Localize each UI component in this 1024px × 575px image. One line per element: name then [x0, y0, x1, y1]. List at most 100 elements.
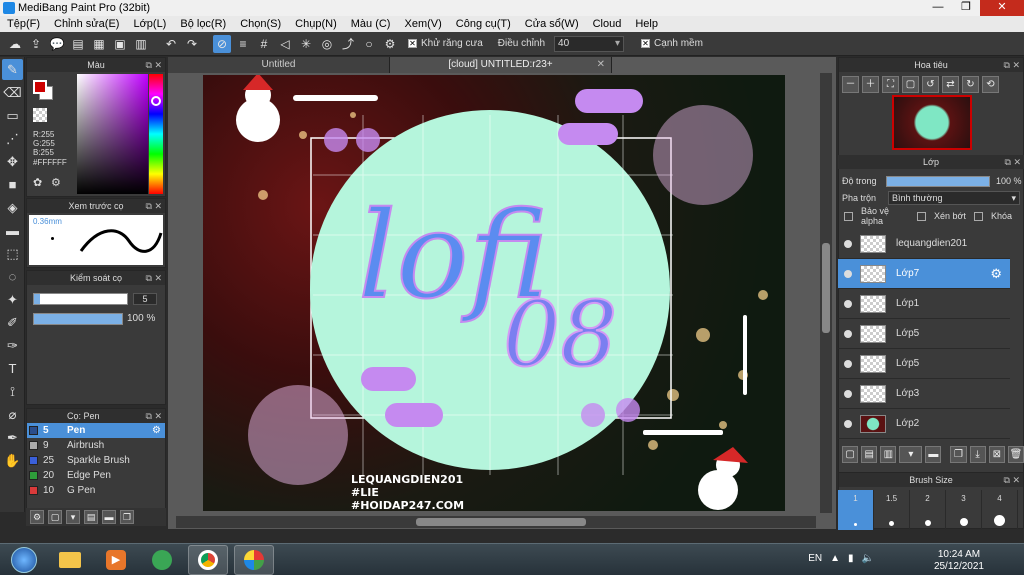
- new-brush-icon[interactable]: ▢: [48, 510, 62, 524]
- share-icon[interactable]: ⇪: [27, 35, 45, 53]
- curve-snap-icon[interactable]: ⤴: [339, 35, 357, 53]
- foreground-color-swatch[interactable]: [33, 80, 47, 94]
- panel-float-icon[interactable]: ⧉ ✕: [146, 58, 162, 72]
- new-layer-icon[interactable]: ▢: [842, 445, 859, 463]
- add-brush-icon[interactable]: ⚙: [30, 510, 44, 524]
- magic-wand-icon[interactable]: ✦: [2, 289, 23, 310]
- merge-down-icon[interactable]: ⤓: [969, 445, 986, 463]
- brush-opacity-slider[interactable]: [33, 313, 123, 325]
- eye-icon[interactable]: [844, 299, 852, 308]
- materials-icon[interactable]: ▥: [132, 35, 150, 53]
- perspective-snap-icon[interactable]: ◁: [276, 35, 294, 53]
- horizontal-scrollbar[interactable]: [176, 516, 816, 528]
- redo-icon[interactable]: ↷: [183, 35, 201, 53]
- radial-snap-icon[interactable]: ✳: [297, 35, 315, 53]
- brush-size-preset[interactable]: 2: [910, 490, 946, 530]
- zoom-in-icon[interactable]: ＋: [862, 75, 879, 93]
- vertical-scrollbar[interactable]: [820, 73, 832, 513]
- eye-icon[interactable]: [844, 329, 852, 338]
- menu-filter[interactable]: Bộ lọc(R): [173, 16, 233, 32]
- brush-size-slider[interactable]: [33, 293, 128, 305]
- flip-icon[interactable]: ⇄: [942, 75, 959, 93]
- fit-icon[interactable]: ⛶: [882, 75, 899, 93]
- tray-up-icon[interactable]: ▲: [830, 553, 840, 564]
- transparent-swatch[interactable]: [33, 108, 47, 122]
- panel-float-icon[interactable]: ⧉ ✕: [1005, 155, 1021, 169]
- gear-icon[interactable]: ⚙: [990, 266, 1002, 282]
- select-pen-icon[interactable]: ✐: [2, 312, 23, 333]
- eye-icon[interactable]: [844, 239, 852, 248]
- brush-size-preset[interactable]: 1.5: [874, 490, 910, 530]
- menu-window[interactable]: Cửa sổ(W): [518, 16, 586, 32]
- page-icon[interactable]: ▦: [90, 35, 108, 53]
- settings-icon[interactable]: ⚙: [381, 35, 399, 53]
- brush-size-preset[interactable]: 4: [982, 490, 1018, 530]
- menu-help[interactable]: Help: [628, 16, 665, 32]
- hue-slider[interactable]: [149, 74, 163, 194]
- duplicate-layer-icon[interactable]: ❐: [950, 445, 967, 463]
- panel-float-icon[interactable]: ⧉ ✕: [146, 409, 162, 423]
- palette-settings-icon[interactable]: ⚙: [51, 176, 61, 189]
- menu-layer[interactable]: Lớp(L): [126, 16, 173, 32]
- minimize-button[interactable]: —: [924, 0, 952, 16]
- layer-row[interactable]: Lớp3: [838, 379, 1010, 409]
- menu-tools[interactable]: Công cụ(T): [449, 16, 518, 32]
- hand-tool-icon[interactable]: ✋: [2, 450, 23, 471]
- chrome-icon[interactable]: [188, 544, 228, 575]
- layer-menu-icon[interactable]: ▾: [899, 445, 923, 463]
- brush-size-preset[interactable]: 3: [946, 490, 982, 530]
- brush-item[interactable]: 10 G Pen: [27, 483, 165, 498]
- navigator-thumbnail[interactable]: [892, 95, 972, 150]
- start-button[interactable]: [4, 545, 44, 575]
- volume-icon[interactable]: 🔈: [862, 553, 874, 564]
- horizontal-scroll-thumb[interactable]: [416, 518, 586, 526]
- blend-mode-select[interactable]: Bình thường ▾: [888, 191, 1020, 205]
- layer-row[interactable]: Lớp5: [838, 349, 1010, 379]
- zoom-out-icon[interactable]: －: [842, 75, 859, 93]
- dot-tool-icon[interactable]: ⋰: [2, 128, 23, 149]
- new-layer-8bit-icon[interactable]: ▤: [861, 445, 878, 463]
- rectangle-tool-icon[interactable]: ▭: [2, 105, 23, 126]
- tab-untitled[interactable]: Untitled: [168, 57, 390, 73]
- rotate-left-icon[interactable]: ↺: [922, 75, 939, 93]
- protect-alpha-checkbox[interactable]: [844, 211, 853, 221]
- soft-edge-checkbox[interactable]: ✕: [641, 39, 651, 48]
- layer-opacity-slider[interactable]: [886, 175, 990, 187]
- media-player-icon[interactable]: ▶: [96, 545, 136, 575]
- clipping-checkbox[interactable]: [917, 211, 926, 221]
- menu-view[interactable]: Xem(V): [397, 16, 448, 32]
- eraser-tool-icon[interactable]: ⌫: [2, 82, 23, 103]
- panel-float-icon[interactable]: ⧉ ✕: [1004, 58, 1020, 72]
- brush-menu-icon[interactable]: ▾: [66, 510, 80, 524]
- folder-icon[interactable]: ▬: [102, 510, 116, 524]
- actual-size-icon[interactable]: ▢: [902, 75, 919, 93]
- adjust-select[interactable]: 40: [554, 35, 625, 52]
- select-tool-icon[interactable]: ⬚: [2, 243, 23, 264]
- reset-view-icon[interactable]: ⟲: [982, 75, 999, 93]
- brush-size-value[interactable]: 5: [133, 293, 157, 305]
- soft-edge-option[interactable]: ✕ Cạnh mềm: [641, 38, 703, 49]
- undo-icon[interactable]: ↶: [162, 35, 180, 53]
- pen-tool-icon[interactable]: ✒: [2, 427, 23, 448]
- folder-icon[interactable]: ▬: [925, 445, 942, 463]
- panel-float-icon[interactable]: ⧉ ✕: [146, 199, 162, 213]
- antialias-option[interactable]: ✕ Khử răng cưa: [408, 38, 483, 49]
- brush-settings-icon[interactable]: ▤: [84, 510, 98, 524]
- panel-float-icon[interactable]: ⧉ ✕: [1004, 473, 1020, 487]
- maximize-button[interactable]: ❐: [952, 0, 980, 16]
- new-layer-1bit-icon[interactable]: ▥: [880, 445, 897, 463]
- document-icon[interactable]: ▤: [69, 35, 87, 53]
- move-tool-icon[interactable]: ✥: [2, 151, 23, 172]
- brush-item[interactable]: 5 Pen ⚙: [27, 423, 165, 438]
- eye-icon[interactable]: [844, 389, 852, 398]
- trash-icon[interactable]: 🗑: [1007, 445, 1024, 463]
- text-tool-icon[interactable]: T: [2, 358, 23, 379]
- vertical-scroll-thumb[interactable]: [822, 243, 830, 333]
- network-icon[interactable]: ▮: [848, 553, 854, 564]
- language-indicator[interactable]: EN: [808, 553, 822, 564]
- clock[interactable]: 10:24 AM 25/12/2021: [934, 549, 984, 573]
- close-tab-icon[interactable]: ✕: [597, 57, 605, 73]
- gradient-tool-icon[interactable]: ▬: [2, 220, 23, 241]
- menu-capture[interactable]: Chụp(N): [288, 16, 344, 32]
- layer-row[interactable]: Lớp5: [838, 319, 1010, 349]
